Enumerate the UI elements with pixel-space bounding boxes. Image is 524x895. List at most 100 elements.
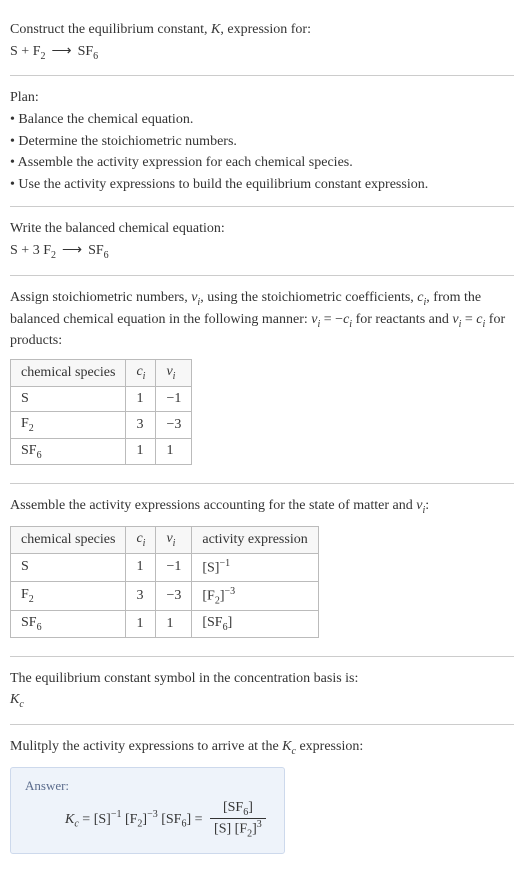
ans-t2-sup: −3 — [147, 809, 158, 820]
product-SF6-main: SF — [78, 44, 94, 59]
plan-section: Plan: • Balance the chemical equation. •… — [10, 76, 514, 207]
act-SF6-r: ] — [228, 615, 233, 630]
ans-den-sup: 3 — [257, 819, 262, 830]
th-species: chemical species — [11, 527, 126, 554]
cell-SF6-main: SF — [21, 443, 37, 458]
cell-F2-sub: 2 — [29, 423, 34, 434]
kc-c: c — [19, 699, 23, 710]
multiply-section: Mulitply the activity expressions to arr… — [10, 725, 514, 864]
arrow-1: ⟶ — [52, 44, 72, 59]
cell-c: 3 — [126, 581, 156, 610]
table-row: F2 3 −3 — [11, 411, 192, 438]
ans-t1-sup: −1 — [111, 809, 122, 820]
answer-equation: Kc = [S]−1 [F2]−3 [SF6] = [SF6][S] [F2]3 — [65, 800, 270, 839]
bal-SF6-main: SF — [88, 243, 104, 258]
bal-F2-main: F — [43, 243, 51, 258]
stoich-t2: , using the stoichiometric coefficients, — [200, 290, 417, 305]
cell-species: F2 — [11, 411, 126, 438]
stoich-eq1-eq: = − — [320, 312, 343, 327]
cell-c: 1 — [126, 611, 156, 638]
table-row: SF6 1 1 — [11, 438, 192, 465]
cell-SF6-sub: 6 — [37, 449, 42, 460]
plan-b2: • Determine the stoichiometric numbers. — [10, 132, 514, 152]
intro-section: Construct the equilibrium constant, K, e… — [10, 8, 514, 76]
cell-c: 3 — [126, 411, 156, 438]
intro-line1: Construct the equilibrium constant, K, e… — [10, 20, 514, 40]
ans-fraction: [SF6][S] [F2]3 — [210, 800, 266, 839]
stoich-t1: Assign stoichiometric numbers, — [10, 290, 191, 305]
kc-K: K — [10, 692, 19, 707]
stoich-eq2-eq: = — [461, 312, 476, 327]
stoich-section: Assign stoichiometric numbers, νi , using… — [10, 276, 514, 485]
cell-nu: −1 — [156, 386, 192, 411]
stoich-t4: for reactants and — [352, 312, 452, 327]
kc-line2: Kc — [10, 690, 514, 712]
answer-label: Answer: — [25, 778, 270, 794]
plan-heading: Plan: — [10, 88, 514, 108]
th-species: chemical species — [11, 359, 126, 386]
bal-plus: + — [18, 243, 33, 258]
th-activity: activity expression — [192, 527, 318, 554]
th-nui: νi — [156, 527, 192, 554]
plan-b3: • Assemble the activity expression for e… — [10, 153, 514, 173]
stoich-text: Assign stoichiometric numbers, νi, using… — [10, 288, 514, 351]
cell-SF6-main: SF — [21, 615, 37, 630]
cell-species: SF6 — [11, 438, 126, 465]
ans-eq2: = — [191, 812, 206, 827]
ans-K: K — [65, 812, 74, 827]
cell-nu: 1 — [156, 438, 192, 465]
ans-den: [S] [F2]3 — [210, 819, 266, 839]
cell-nu: −3 — [156, 581, 192, 610]
ans-t2a: [F — [121, 812, 137, 827]
th-ci: ci — [126, 359, 156, 386]
bal-SF6-sub: 6 — [104, 250, 109, 261]
plan-b4: • Use the activity expressions to build … — [10, 175, 514, 195]
ans-eq1: = — [79, 812, 94, 827]
mult-t2: expression: — [296, 739, 363, 754]
reactant-F2-sub: 2 — [41, 50, 46, 61]
th-ci: ci — [126, 527, 156, 554]
bal-F2-sub: 2 — [51, 250, 56, 261]
bal-coef2: 3 — [33, 243, 44, 258]
bal-arrow: ⟶ — [62, 243, 82, 258]
ans-den-a: [S] [F — [214, 821, 247, 836]
th-nui: νi — [156, 359, 192, 386]
activity-table: chemical species ci νi activity expressi… — [10, 526, 319, 638]
multiply-title: Mulitply the activity expressions to arr… — [10, 737, 514, 759]
table-row: S 1 −1 [S]−1 — [11, 553, 319, 581]
cell-species: S — [11, 386, 126, 411]
table-row: S 1 −1 — [11, 386, 192, 411]
table-header-row: chemical species ci νi activity expressi… — [11, 527, 319, 554]
cell-c: 1 — [126, 438, 156, 465]
cell-c: 1 — [126, 386, 156, 411]
cell-F2-main: F — [21, 416, 29, 431]
cell-F2-main: F — [21, 587, 29, 602]
activity-section: Assemble the activity expressions accoun… — [10, 484, 514, 657]
cell-species: S — [11, 553, 126, 581]
balanced-equation: S + 3 F2 ⟶ SF6 — [10, 241, 514, 263]
bal-S: S — [10, 243, 18, 258]
intro-equation: S + F2⟶SF6 — [10, 42, 514, 64]
ans-num-a: [SF — [223, 800, 243, 815]
plan-b1: • Balance the chemical equation. — [10, 110, 514, 130]
ans-num: [SF6] — [210, 800, 266, 819]
stoich-table: chemical species ci νi S 1 −1 F2 3 −3 SF… — [10, 359, 192, 465]
intro-text1: Construct the equilibrium constant, — [10, 22, 211, 37]
act-F2-l: [F — [202, 588, 214, 603]
cell-SF6-sub: 6 — [37, 622, 42, 633]
act-SF6-l: [SF — [202, 615, 222, 630]
product-SF6-sub: 6 — [93, 50, 98, 61]
cell-species: F2 — [11, 581, 126, 610]
th-c-i: i — [143, 538, 146, 549]
th-nu-i: i — [173, 371, 176, 382]
plus-1: + — [18, 44, 33, 59]
balanced-title: Write the balanced chemical equation: — [10, 219, 514, 239]
act-F2-sup: −3 — [224, 586, 235, 597]
kc-symbol-section: The equilibrium constant symbol in the c… — [10, 657, 514, 725]
intro-text2: , expression for: — [220, 22, 311, 37]
cell-c: 1 — [126, 553, 156, 581]
cell-activity: [SF6] — [192, 611, 318, 638]
cell-activity: [S]−1 — [192, 553, 318, 581]
cell-activity: [F2]−3 — [192, 581, 318, 610]
ans-t1: [S] — [94, 812, 111, 827]
